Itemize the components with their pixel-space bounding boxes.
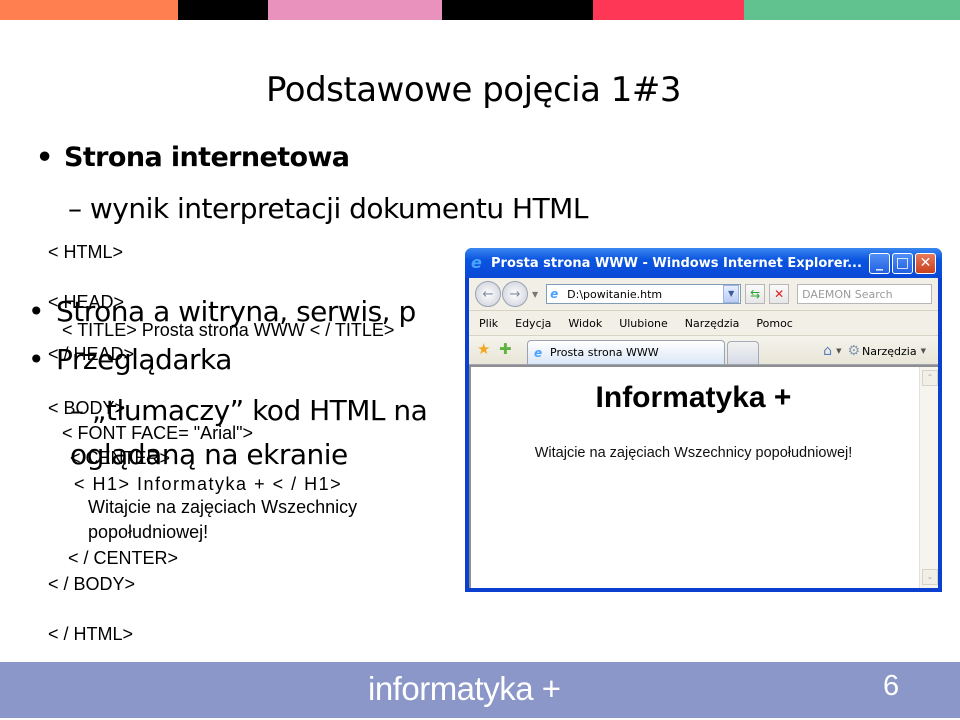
- color-segment: [0, 0, 178, 20]
- code-line: < H1> Informatyka + < / H1>: [74, 474, 343, 494]
- page-viewport: Informatyka + Witajcie na zajęciach Wsze…: [469, 365, 938, 588]
- window-titlebar[interactable]: e Prosta strona WWW - Windows Internet E…: [465, 248, 942, 278]
- minimize-button[interactable]: _: [869, 252, 890, 274]
- address-toolbar: ← → ▼ e D:\powitanie.htm ▼ ⇆ ✕ DAEMON Se…: [469, 278, 938, 311]
- code-line: < / HTML>: [48, 624, 134, 644]
- maximize-icon: □: [895, 254, 910, 271]
- scroll-down-icon[interactable]: ⌄: [922, 569, 938, 585]
- gear-icon: ⚙: [847, 343, 861, 359]
- menu-bar: Plik Edycja Widok Ulubione Narzędzia Pom…: [469, 311, 938, 336]
- menu-item-plik[interactable]: Plik: [479, 317, 498, 330]
- bullet-label: Przeglądarka: [56, 343, 232, 376]
- ie-tab-icon: e: [534, 345, 543, 360]
- tools-menu-button[interactable]: Narzędzia: [862, 345, 917, 358]
- sub-bullet: – „tłumaczy” kod HTML na: [70, 394, 428, 427]
- new-tab-button[interactable]: [727, 341, 759, 364]
- browser-window: e Prosta strona WWW - Windows Internet E…: [465, 248, 942, 592]
- search-input[interactable]: DAEMON Search: [797, 284, 932, 304]
- ie-logo-icon: e: [471, 253, 482, 272]
- ie-page-icon: e: [550, 287, 559, 301]
- bullet-label: Strona internetowa: [64, 142, 350, 173]
- vertical-scrollbar[interactable]: ⌃ ⌄: [919, 367, 938, 588]
- color-segment: [268, 0, 442, 20]
- window-title: Prosta strona WWW - Windows Internet Exp…: [491, 255, 862, 271]
- color-segment: [178, 0, 268, 20]
- bullet-dot: •: [28, 343, 45, 376]
- code-line: < / BODY>: [48, 574, 136, 594]
- stop-icon: ✕: [774, 287, 785, 301]
- refresh-button[interactable]: ⇆: [745, 284, 766, 304]
- sub-bullet-continuation: oglądaną na ekranie: [70, 438, 348, 471]
- page-text: Witajcie na zajęciach Wszechnicy popołud…: [534, 445, 853, 461]
- command-bar: ⌂ ▼ ⚙ Narzędzia ▼: [823, 343, 938, 359]
- bullet-przegladarka: • Przeglądarka: [28, 343, 232, 376]
- tab-bar: ★ ✚ e Prosta strona WWW ⌂ ▼ ⚙ Narzędzia …: [469, 336, 938, 365]
- add-favorite-icon[interactable]: ✚: [499, 340, 521, 358]
- minimize-icon: _: [876, 254, 883, 271]
- bullet-strona-internetowa: • Strona internetowa: [36, 142, 350, 173]
- menu-item-pomoc[interactable]: Pomoc: [756, 317, 792, 330]
- refresh-icon: ⇆: [750, 287, 761, 301]
- maximize-button[interactable]: □: [892, 252, 913, 274]
- color-segment: [593, 0, 744, 20]
- favorites-star-icon[interactable]: ★: [477, 340, 499, 358]
- top-color-bar: [0, 0, 960, 20]
- back-arrow-icon: ←: [482, 286, 494, 302]
- browser-body: ← → ▼ e D:\powitanie.htm ▼ ⇆ ✕ DAEMON Se…: [469, 278, 938, 588]
- address-input[interactable]: D:\powitanie.htm: [567, 288, 723, 301]
- close-button[interactable]: ✕: [915, 252, 936, 274]
- code-line: popołudniowej!: [88, 522, 209, 542]
- home-icon[interactable]: ⌂: [823, 343, 832, 359]
- home-dropdown-icon[interactable]: ▼: [836, 347, 841, 355]
- code-line: < / CENTER>: [68, 548, 179, 568]
- bullet-dot: •: [36, 142, 53, 173]
- address-dropdown-icon[interactable]: ▼: [723, 285, 740, 303]
- back-button[interactable]: ←: [475, 281, 501, 307]
- menu-item-ulubione[interactable]: Ulubione: [619, 317, 668, 330]
- code-line: Witajcie na zajęciach Wszechnicy: [88, 497, 358, 517]
- page-heading: Informatyka +: [595, 381, 792, 414]
- color-segment: [442, 0, 593, 20]
- footer-title: informatyka +: [368, 670, 561, 707]
- bullet-strona-a-witryna: • Strona a witryna, serwis, p: [28, 295, 416, 328]
- menu-item-narzedzia[interactable]: Narzędzia: [685, 317, 740, 330]
- tab-label: Prosta strona WWW: [550, 346, 659, 359]
- scroll-up-icon[interactable]: ⌃: [922, 370, 938, 386]
- tools-dropdown-icon[interactable]: ▼: [921, 347, 926, 355]
- footer-bar: informatyka + 6: [0, 662, 960, 718]
- tab-prosta-strona[interactable]: e Prosta strona WWW: [527, 340, 725, 364]
- close-icon: ✕: [919, 254, 932, 271]
- menu-item-edycja[interactable]: Edycja: [515, 317, 551, 330]
- menu-item-widok[interactable]: Widok: [568, 317, 602, 330]
- forward-button[interactable]: →: [502, 281, 528, 307]
- address-bar[interactable]: e D:\powitanie.htm ▼: [546, 284, 742, 304]
- color-segment: [744, 0, 960, 20]
- bullet-dot: •: [28, 295, 45, 328]
- bullet-label: Strona a witryna, serwis, p: [56, 295, 416, 328]
- slide-title: Podstawowe pojęcia 1#3: [266, 70, 681, 110]
- code-line: < HTML>: [48, 242, 124, 262]
- page-number: 6: [883, 670, 900, 702]
- forward-arrow-icon: →: [509, 286, 521, 302]
- stop-button[interactable]: ✕: [769, 284, 790, 304]
- history-dropdown-icon[interactable]: ▼: [532, 290, 538, 299]
- sub-bullet: – wynik interpretacji dokumentu HTML: [68, 192, 588, 225]
